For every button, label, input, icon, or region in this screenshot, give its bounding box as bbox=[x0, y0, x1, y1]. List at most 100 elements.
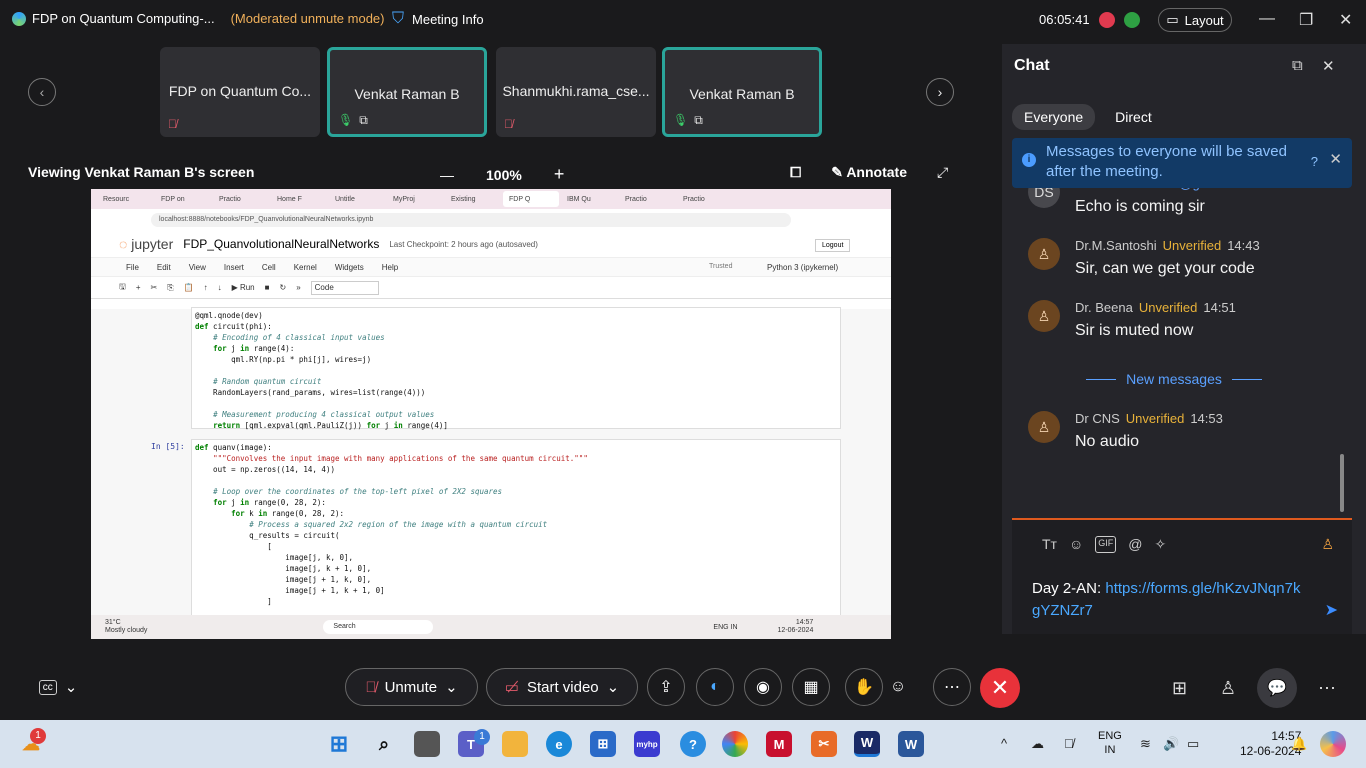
logout-button[interactable]: Logout bbox=[815, 239, 851, 252]
fast-forward-icon[interactable]: » bbox=[296, 283, 300, 292]
zoom-in-button[interactable]: + bbox=[554, 164, 565, 185]
browser-tab[interactable]: Practio bbox=[619, 191, 675, 207]
language-indicator[interactable]: ENG IN bbox=[1098, 729, 1122, 757]
dismiss-notice-icon[interactable]: ✕ bbox=[1329, 150, 1342, 170]
add-cell-icon[interactable]: + bbox=[136, 283, 141, 292]
battery-icon[interactable]: ▭ bbox=[1187, 736, 1199, 752]
share-screen-button[interactable]: ⇪ bbox=[647, 668, 685, 706]
close-icon[interactable]: ✕ bbox=[1339, 10, 1352, 30]
menu-kernel[interactable]: Kernel bbox=[294, 263, 317, 272]
next-participants-button[interactable]: › bbox=[926, 78, 954, 106]
cell-type-select[interactable]: Code bbox=[310, 280, 379, 295]
inner-search[interactable]: Search bbox=[323, 620, 434, 634]
browser-tab-active[interactable]: FDP Q bbox=[503, 191, 559, 207]
participant-tile[interactable]: Shanmukhi.rama_cse... 🎙̸ bbox=[496, 47, 656, 137]
chat-toggle-button[interactable]: 💬 bbox=[1257, 668, 1297, 708]
menu-file[interactable]: File bbox=[126, 263, 139, 272]
onedrive-icon[interactable]: ☁ bbox=[1031, 736, 1044, 752]
participant-tile[interactable]: FDP on Quantum Co... 🎙̸ bbox=[160, 47, 320, 137]
browser-tab[interactable]: MyProj bbox=[387, 191, 443, 207]
help-app-icon[interactable]: ? bbox=[680, 731, 706, 757]
webex-taskbar-icon[interactable]: W bbox=[854, 731, 880, 757]
apps-panel-icon[interactable]: ⊞ bbox=[1172, 678, 1187, 699]
chrome-icon[interactable] bbox=[722, 731, 748, 757]
store-icon[interactable]: ⊞ bbox=[590, 731, 616, 757]
menu-edit[interactable]: Edit bbox=[157, 263, 171, 272]
browser-tab[interactable]: Untitle bbox=[329, 191, 385, 207]
code-cell[interactable]: def quanv(image): """Convolves the input… bbox=[191, 439, 841, 619]
volume-icon[interactable]: 🔊 bbox=[1163, 736, 1179, 752]
tab-everyone[interactable]: Everyone bbox=[1012, 104, 1096, 130]
browser-tab[interactable]: IBM Qu bbox=[561, 191, 617, 207]
browser-tab[interactable]: Practio bbox=[213, 191, 269, 207]
captions-button[interactable]: cc ⌄ bbox=[36, 668, 80, 706]
move-down-icon[interactable]: ↓ bbox=[218, 283, 222, 292]
tab-direct[interactable]: Direct bbox=[1103, 104, 1164, 130]
browser-tab[interactable]: FDP on bbox=[155, 191, 211, 207]
notification-bell-icon[interactable]: 🔔 bbox=[1291, 736, 1307, 752]
cut-icon[interactable]: ✂ bbox=[151, 283, 158, 292]
layout-button[interactable]: ▭ Layout bbox=[1158, 8, 1232, 32]
zoom-out-button[interactable]: — bbox=[440, 167, 454, 183]
close-chat-icon[interactable]: ✕ bbox=[1322, 57, 1335, 75]
restart-icon[interactable]: ↻ bbox=[279, 283, 286, 292]
participants-icon[interactable]: ♙ bbox=[1220, 678, 1236, 699]
text-format-icon[interactable]: Tт bbox=[1042, 536, 1057, 553]
word-icon[interactable]: W bbox=[898, 731, 924, 757]
mic-muted-tray-icon[interactable]: 🎙̸ bbox=[1064, 736, 1074, 751]
chat-scrollbar[interactable] bbox=[1340, 454, 1344, 512]
copy-icon[interactable]: ⎘ bbox=[167, 283, 173, 293]
menu-insert[interactable]: Insert bbox=[224, 263, 244, 272]
search-icon[interactable]: ⌕ bbox=[371, 731, 397, 757]
fullscreen-icon[interactable]: ⤢ bbox=[937, 164, 948, 181]
pop-out-icon[interactable]: ⧠ bbox=[790, 164, 801, 181]
snipping-tool-icon[interactable]: ✂ bbox=[811, 731, 837, 757]
reactions-button[interactable]: ☺ bbox=[879, 668, 917, 706]
ai-assistant-button[interactable]: ◐ bbox=[696, 668, 734, 706]
recipient-icon[interactable]: ♙ bbox=[1321, 536, 1334, 553]
pop-out-chat-icon[interactable]: ⧉ bbox=[1292, 57, 1303, 74]
stop-icon[interactable]: ■ bbox=[265, 283, 270, 292]
raise-hand-button[interactable]: ✋ bbox=[845, 668, 883, 706]
mcafee-icon[interactable]: M bbox=[766, 731, 792, 757]
restore-icon[interactable]: ❐ bbox=[1299, 10, 1313, 30]
run-button[interactable]: ▶ Run bbox=[232, 283, 255, 292]
edge-icon[interactable]: e bbox=[546, 731, 572, 757]
myhp-icon[interactable]: myhp bbox=[634, 731, 660, 757]
browser-tab[interactable]: Practio bbox=[677, 191, 733, 207]
participant-tile-active[interactable]: Venkat Raman B 🎙 ⧉ bbox=[327, 47, 487, 137]
menu-view[interactable]: View bbox=[189, 263, 206, 272]
save-icon[interactable]: 🖫 bbox=[119, 281, 126, 295]
menu-cell[interactable]: Cell bbox=[262, 263, 276, 272]
emoji-icon[interactable]: ☺ bbox=[1069, 536, 1083, 553]
copilot-icon[interactable] bbox=[1320, 731, 1346, 757]
file-explorer-icon[interactable] bbox=[502, 731, 528, 757]
chat-input[interactable]: Day 2-AN: https://forms.gle/hKzvJNqn7kgY… bbox=[1032, 578, 1302, 622]
meeting-info-button[interactable]: ⛉ Meeting Info bbox=[392, 10, 484, 28]
url-field[interactable]: localhost:8888/notebooks/FDP_Quanvolutio… bbox=[151, 213, 791, 227]
browser-tab[interactable]: Existing bbox=[445, 191, 501, 207]
recording-icon[interactable] bbox=[1099, 12, 1115, 28]
gif-icon[interactable]: GIF bbox=[1095, 536, 1117, 553]
send-icon[interactable]: ➤ bbox=[1325, 600, 1338, 620]
browser-tab[interactable]: Resourc bbox=[97, 191, 153, 207]
mention-icon[interactable]: @ bbox=[1128, 536, 1142, 553]
prev-participants-button[interactable]: ‹ bbox=[28, 78, 56, 106]
minimize-icon[interactable]: — bbox=[1259, 10, 1275, 28]
browser-tab[interactable]: Home F bbox=[271, 191, 327, 207]
move-up-icon[interactable]: ↑ bbox=[204, 283, 208, 292]
code-cell[interactable]: @qml.qnode(dev) def circuit(phi): # Enco… bbox=[191, 307, 841, 430]
windows-start-icon[interactable]: ⊞ bbox=[326, 731, 352, 757]
end-meeting-button[interactable]: ✕ bbox=[980, 668, 1020, 708]
paste-icon[interactable]: 📋 bbox=[184, 283, 194, 292]
task-view-icon[interactable] bbox=[414, 731, 440, 757]
ai-sparkle-icon[interactable]: ✧ bbox=[1154, 536, 1166, 553]
apps-button[interactable]: ▦ bbox=[792, 668, 830, 706]
network-health-icon[interactable] bbox=[1124, 12, 1140, 28]
record-button[interactable]: ◉ bbox=[744, 668, 782, 706]
menu-widgets[interactable]: Widgets bbox=[335, 263, 364, 272]
more-panels-icon[interactable]: ⋯ bbox=[1318, 678, 1336, 699]
start-video-button[interactable]: ▭̸ Start video ⌄ bbox=[486, 668, 638, 706]
more-options-button[interactable]: ⋯ bbox=[933, 668, 971, 706]
tray-chevron-icon[interactable]: ^ bbox=[1001, 736, 1007, 751]
